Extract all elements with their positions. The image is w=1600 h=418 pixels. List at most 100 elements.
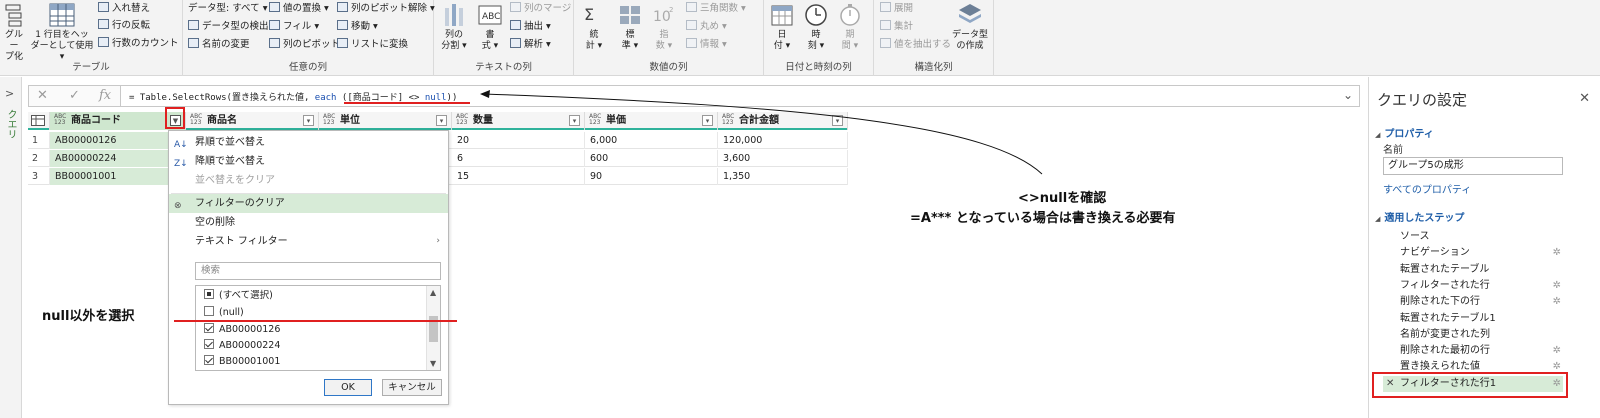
extract-button[interactable]: 抽出 ▾ (510, 20, 551, 33)
ok-button[interactable]: OK (324, 379, 372, 396)
all-properties-link[interactable]: すべてのプロパティ (1383, 181, 1471, 196)
dropdown-icon[interactable]: ▾ (436, 115, 447, 126)
filter-search-input[interactable]: 検索 (195, 262, 441, 280)
count-rows-button[interactable]: 行数のカウント (98, 37, 179, 50)
unpivot-columns-button[interactable]: 列のピボット解除 ▾ (337, 2, 435, 15)
trigonometry-button[interactable]: 三角関数 ▾ (686, 2, 746, 15)
time-button[interactable]: 時 刻 ▾ (804, 2, 828, 52)
text-filters-item[interactable]: テキスト フィルター › (169, 232, 448, 251)
date-button[interactable]: 日 付 ▾ (770, 2, 794, 52)
filter-value-list: (すべて選択) (null) AB00000126 AB00000224 BB0… (195, 285, 441, 371)
extract-values-button[interactable]: 値を抽出する (880, 38, 951, 51)
use-first-row-as-headers-button[interactable]: 1 行目をヘッ ダーとして使用 ▾ (30, 2, 94, 63)
step-item[interactable]: 名前が変更された列 (1383, 327, 1563, 343)
query-name-input[interactable]: グループ5の成形 (1383, 157, 1563, 175)
dropdown-icon[interactable]: ▾ (303, 115, 314, 126)
standard-button[interactable]: 標 準 ▾ (618, 2, 642, 52)
step-item[interactable]: 転置されたテーブル1 (1383, 311, 1563, 327)
list-item[interactable]: AB00000126 (204, 322, 280, 338)
chevron-down-icon[interactable]: ▼ (430, 359, 436, 368)
ribbon-group-datetime-column: 日 付 ▾ 時 刻 ▾ 期 間 ▾ 日付と時刻の列 (764, 0, 874, 76)
list-scrollbar[interactable]: ▲ ▼ (426, 286, 440, 370)
step-item[interactable]: 削除された最初の行 ✲ (1383, 343, 1563, 359)
reverse-rows-button[interactable]: 行の反転 (98, 19, 150, 32)
duration-button[interactable]: 期 間 ▾ (838, 2, 862, 52)
data-type-dropdown[interactable]: データ型: すべて ▾ (188, 2, 267, 15)
cancel-formula-icon[interactable]: ✕ (37, 88, 48, 103)
fill-icon (269, 20, 280, 30)
ribbon-group-number-column: Σ 統 計 ▾ 標 準 ▾ 10 2 指 数 ▾ 三角関数 ▾ 丸め ▾ 情報 ▾… (574, 0, 764, 76)
sort-ascending-item[interactable]: A↓ 昇順で並べ替え (169, 133, 448, 152)
parse-button[interactable]: 解析 ▾ (510, 38, 551, 51)
gear-icon[interactable]: ✲ (1553, 245, 1561, 261)
clear-filter-item[interactable]: ⊗ フィルターのクリア (169, 194, 448, 213)
clear-sort-item[interactable]: 並べ替えをクリア (169, 171, 448, 190)
step-item[interactable]: ソース (1383, 229, 1563, 245)
step-item[interactable]: 削除された下の行 ✲ (1383, 294, 1563, 310)
queries-pane-collapsed[interactable]: > クエリ (0, 77, 22, 418)
split-column-button[interactable]: 列の 分割 ▾ (440, 2, 468, 52)
remove-empty-item[interactable]: 空の削除 (169, 213, 448, 232)
cancel-button[interactable]: キャンセル (382, 379, 442, 396)
pivot-column-button[interactable]: 列のピボット (269, 38, 340, 51)
list-item[interactable]: AB00000224 (204, 338, 280, 354)
rename-button[interactable]: 名前の変更 (188, 38, 250, 51)
gear-icon[interactable]: ✲ (1553, 294, 1561, 310)
format-button[interactable]: ABC 書 式 ▾ (476, 2, 504, 52)
checkbox-checked[interactable] (204, 339, 214, 349)
table-headers-icon (49, 3, 75, 27)
aggregate-icon (880, 20, 891, 30)
step-item[interactable]: フィルターされた行 ✲ (1383, 278, 1563, 294)
information-button[interactable]: 情報 ▾ (686, 38, 727, 51)
pivot-icon (269, 38, 280, 48)
list-item[interactable]: BB00001001 (204, 354, 280, 370)
column-header-product-name[interactable]: ABC 123 商品名 ▾ (186, 112, 319, 130)
list-item-select-all[interactable]: (すべて選択) (204, 288, 273, 304)
checkbox-checked[interactable] (204, 323, 214, 333)
annotation-arrow (480, 90, 1043, 175)
checkbox-unchecked[interactable] (204, 306, 214, 316)
expand-formula-bar-icon[interactable]: ⌄ (1343, 88, 1353, 102)
replace-values-button[interactable]: 値の置換 ▾ (269, 2, 329, 15)
triangle-icon (686, 2, 697, 12)
convert-to-list-button[interactable]: リストに変換 (337, 38, 408, 51)
detect-data-type-button[interactable]: データ型の検出 (188, 20, 269, 33)
applied-steps-section-header[interactable]: 適用したステップ (1375, 209, 1464, 224)
scientific-button[interactable]: 10 2 指 数 ▾ (652, 2, 676, 52)
type-any-icon: ABC 123 (54, 113, 67, 126)
chevron-right-icon[interactable]: > (5, 87, 14, 100)
statistics-button[interactable]: Σ 統 計 ▾ (582, 2, 606, 52)
list-icon (337, 38, 348, 48)
step-item[interactable]: ナビゲーション ✲ (1383, 245, 1563, 261)
list-item-null[interactable]: (null) (204, 305, 244, 321)
properties-section-header[interactable]: プロパティ (1375, 125, 1433, 140)
aggregate-button[interactable]: 集計 (880, 20, 913, 33)
gear-icon[interactable]: ✲ (1553, 278, 1561, 294)
transpose-button[interactable]: 入れ替え (98, 2, 150, 15)
gear-icon[interactable]: ✲ (1553, 343, 1561, 359)
create-data-type-button[interactable]: データ型 の作成 (950, 2, 990, 52)
step-item[interactable]: 転置されたテーブル (1383, 262, 1563, 278)
group-by-icon (5, 4, 22, 27)
parse-icon (510, 38, 521, 48)
fill-button[interactable]: フィル ▾ (269, 20, 319, 33)
commit-formula-icon[interactable]: ✓ (69, 88, 80, 103)
merge-columns-button[interactable]: 列のマージ (510, 2, 571, 15)
svg-text:Σ: Σ (584, 5, 594, 24)
group-by-button[interactable]: グルー プ化 (2, 2, 26, 63)
fx-icon[interactable]: fx (99, 88, 111, 103)
checkbox-checked[interactable] (204, 355, 214, 365)
move-button[interactable]: 移動 ▾ (337, 20, 378, 33)
sort-descending-item[interactable]: Z↓ 降順で並べ替え (169, 152, 448, 171)
column-header-unit[interactable]: ABC 123 単位 ▾ (319, 112, 452, 130)
annotation-confirm-line2: =A*** となっている場合は書き換える必要有 (910, 211, 1176, 226)
standard-ops-icon (620, 6, 640, 24)
checkbox-partial[interactable] (204, 289, 214, 299)
expand-button[interactable]: 展開 (880, 2, 913, 15)
null-item-annotation-line (174, 320, 457, 322)
rounding-button[interactable]: 丸め ▾ (686, 20, 727, 33)
close-icon[interactable]: ✕ (1579, 91, 1590, 106)
table-corner-icon[interactable] (28, 112, 50, 130)
chevron-up-icon[interactable]: ▲ (430, 288, 436, 297)
ribbon-group-text-column: 列の 分割 ▾ ABC 書 式 ▾ 列のマージ 抽出 ▾ 解析 ▾ テキストの列 (434, 0, 574, 76)
